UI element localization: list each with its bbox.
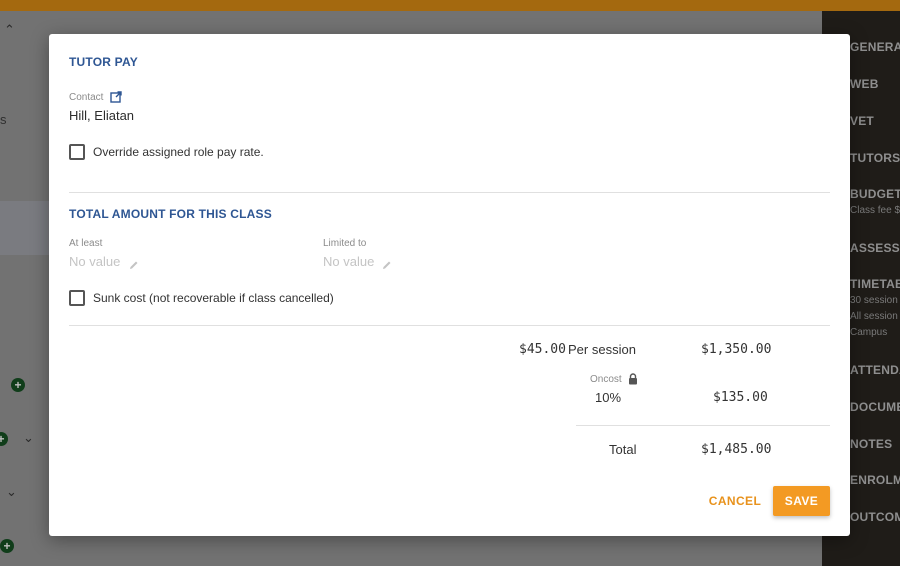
nav-item-notes[interactable]: NOTES	[850, 437, 892, 451]
nav-item-web[interactable]: WEB	[850, 77, 879, 91]
override-pay-rate-label: Override assigned role pay rate.	[93, 145, 264, 159]
nav-item-vet[interactable]: VET	[850, 114, 874, 128]
limited-to-value[interactable]: No value	[323, 254, 374, 269]
nav-item-tutors[interactable]: TUTORS	[850, 151, 900, 165]
nav-budget-sub: Class fee $	[850, 205, 900, 216]
save-button[interactable]: SAVE	[773, 486, 830, 516]
at-least-label: At least	[69, 238, 103, 249]
nav-item-documents[interactable]: DOCUME	[850, 400, 900, 414]
total-value: $1,485.00	[701, 442, 772, 457]
nav-timetable-sub: All session	[850, 311, 898, 322]
tutor-pay-title: TUTOR PAY	[69, 55, 138, 69]
limited-to-label: Limited to	[323, 238, 367, 249]
cancel-button[interactable]: CANCEL	[699, 486, 771, 516]
app-top-bar	[0, 0, 900, 11]
nav-item-general[interactable]: GENERAL	[850, 40, 900, 54]
oncost-total: $135.00	[713, 390, 768, 405]
contact-label: Contact	[69, 92, 104, 103]
override-pay-rate-checkbox[interactable]	[69, 144, 85, 160]
edit-pencil-icon[interactable]	[129, 257, 139, 269]
add-icon[interactable]: +	[0, 539, 14, 553]
rate-amount: $45.00	[519, 342, 566, 357]
nav-item-budget[interactable]: BUDGET	[850, 187, 900, 201]
at-least-value[interactable]: No value	[69, 254, 120, 269]
rate-total: $1,350.00	[701, 342, 772, 357]
nav-timetable-sub: 30 session	[850, 295, 898, 306]
edit-pencil-icon[interactable]	[382, 257, 392, 269]
divider	[69, 192, 830, 193]
oncost-label: Oncost	[590, 374, 622, 385]
nav-item-timetable[interactable]: TIMETAB	[850, 277, 900, 291]
sunk-cost-label: Sunk cost (not recoverable if class canc…	[93, 291, 334, 305]
sunk-cost-checkbox[interactable]	[69, 290, 85, 306]
nav-timetable-sub: Campus	[850, 327, 888, 338]
nav-item-attendance[interactable]: ATTENDA	[850, 363, 900, 377]
tutor-pay-dialog: TUTOR PAY Contact Hill, Eliatan Override…	[49, 34, 850, 536]
chevron-down-icon[interactable]: ⌄	[23, 430, 34, 446]
chevron-up-icon[interactable]: ⌃	[4, 22, 15, 38]
chevron-down-icon[interactable]: ⌄	[6, 484, 17, 500]
contact-value[interactable]: Hill, Eliatan	[69, 108, 134, 123]
lock-icon	[628, 372, 638, 385]
divider	[69, 325, 830, 326]
open-external-icon[interactable]	[110, 90, 122, 103]
rate-unit: Per session	[568, 342, 636, 357]
total-label: Total	[609, 442, 637, 457]
total-amount-title: TOTAL AMOUNT FOR THIS CLASS	[69, 207, 272, 221]
nav-item-enrolments[interactable]: ENROLME	[850, 473, 900, 487]
divider	[576, 425, 830, 426]
nav-item-outcomes[interactable]: OUTCOM	[850, 510, 900, 524]
background-text: s	[0, 112, 7, 127]
add-icon[interactable]: +	[11, 378, 25, 392]
oncost-percent[interactable]: 10%	[595, 390, 621, 405]
nav-item-assessment[interactable]: ASSESSM	[850, 241, 900, 255]
